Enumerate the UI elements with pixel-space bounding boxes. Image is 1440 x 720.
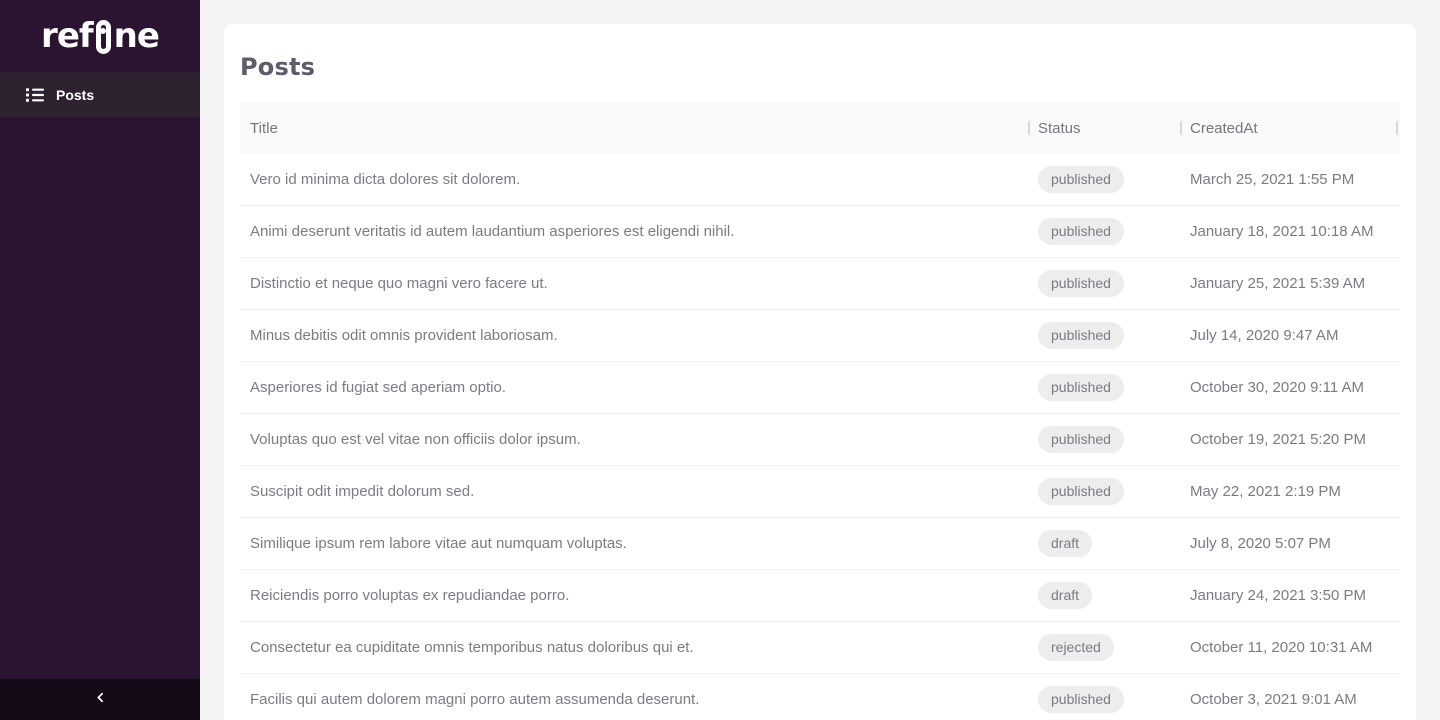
post-status-cell: draft [1028,518,1180,569]
post-title-cell: Suscipit odit impedit dolorum sed. [240,466,1028,517]
post-createdat-cell: March 25, 2021 1:55 PM [1180,154,1400,205]
post-createdat-cell: October 30, 2020 9:11 AM [1180,362,1400,413]
post-status-cell: published [1028,258,1180,309]
page-title: Posts [240,52,1400,83]
logo-text-prefix: ref [41,16,93,56]
post-createdat-cell: July 8, 2020 5:07 PM [1180,518,1400,569]
table-row[interactable]: Facilis qui autem dolorem magni porro au… [240,674,1400,720]
sidebar-item-label: Posts [56,87,94,103]
post-title-cell: Consectetur ea cupiditate omnis temporib… [240,622,1028,673]
posts-card: Posts Title Status CreatedAt Vero id min… [224,24,1416,720]
post-status-cell: rejected [1028,622,1180,673]
table-body: Vero id minima dicta dolores sit dolorem… [240,154,1400,720]
post-createdat-cell: October 11, 2020 10:31 AM [1180,622,1400,673]
post-status-cell: published [1028,362,1180,413]
table-row[interactable]: Minus debitis odit omnis provident labor… [240,310,1400,362]
post-status-cell: draft [1028,570,1180,621]
table-row[interactable]: Animi deserunt veritatis id autem laudan… [240,206,1400,258]
chevron-left-icon [94,691,107,709]
table-row[interactable]: Similique ipsum rem labore vitae aut num… [240,518,1400,570]
status-badge: published [1038,270,1124,298]
post-status-cell: published [1028,466,1180,517]
post-title-cell: Facilis qui autem dolorem magni porro au… [240,674,1028,720]
logo-text-suffix: ne [114,16,159,56]
status-badge: published [1038,166,1124,194]
post-title-cell: Vero id minima dicta dolores sit dolorem… [240,154,1028,205]
post-title-cell: Voluptas quo est vel vitae non officiis … [240,414,1028,465]
sidebar-item-posts[interactable]: Posts [0,72,200,117]
post-createdat-cell: October 19, 2021 5:20 PM [1180,414,1400,465]
sidebar-collapse-trigger[interactable] [0,679,200,720]
status-badge: published [1038,478,1124,506]
post-title-cell: Similique ipsum rem labore vitae aut num… [240,518,1028,569]
post-status-cell: published [1028,414,1180,465]
column-header-title: Title [240,102,1028,154]
post-createdat-cell: July 14, 2020 9:47 AM [1180,310,1400,361]
status-badge: draft [1038,582,1092,610]
sidebar: refne Posts [0,0,200,720]
column-header-status: Status [1028,102,1180,154]
logo-pill-i-icon [96,20,111,54]
table-row[interactable]: Voluptas quo est vel vitae non officiis … [240,414,1400,466]
post-createdat-cell: January 25, 2021 5:39 AM [1180,258,1400,309]
status-badge: published [1038,426,1124,454]
status-badge: published [1038,374,1124,402]
table-row[interactable]: Consectetur ea cupiditate omnis temporib… [240,622,1400,674]
table-row[interactable]: Vero id minima dicta dolores sit dolorem… [240,154,1400,206]
post-status-cell: published [1028,674,1180,720]
status-badge: published [1038,218,1124,246]
post-title-cell: Minus debitis odit omnis provident labor… [240,310,1028,361]
post-createdat-cell: May 22, 2021 2:19 PM [1180,466,1400,517]
status-badge: published [1038,322,1124,350]
status-badge: published [1038,686,1124,714]
table-row[interactable]: Distinctio et neque quo magni vero facer… [240,258,1400,310]
column-header-createdat: CreatedAt [1180,102,1400,154]
sidebar-spacer [0,117,200,679]
unordered-list-icon [26,87,44,103]
post-title-cell: Reiciendis porro voluptas ex repudiandae… [240,570,1028,621]
status-badge: rejected [1038,634,1114,662]
post-createdat-cell: January 18, 2021 10:18 AM [1180,206,1400,257]
main-content: Posts Title Status CreatedAt Vero id min… [200,0,1440,720]
post-status-cell: published [1028,206,1180,257]
post-title-cell: Animi deserunt veritatis id autem laudan… [240,206,1028,257]
table-row[interactable]: Suscipit odit impedit dolorum sed. publi… [240,466,1400,518]
post-status-cell: published [1028,154,1180,205]
post-title-cell: Distinctio et neque quo magni vero facer… [240,258,1028,309]
posts-table: Title Status CreatedAt Vero id minima di… [240,102,1400,720]
post-createdat-cell: January 24, 2021 3:50 PM [1180,570,1400,621]
table-header-row: Title Status CreatedAt [240,102,1400,154]
table-row[interactable]: Asperiores id fugiat sed aperiam optio. … [240,362,1400,414]
status-badge: draft [1038,530,1092,558]
post-createdat-cell: October 3, 2021 9:01 AM [1180,674,1400,720]
refine-logo[interactable]: refne [0,0,200,72]
post-title-cell: Asperiores id fugiat sed aperiam optio. [240,362,1028,413]
post-status-cell: published [1028,310,1180,361]
table-row[interactable]: Reiciendis porro voluptas ex repudiandae… [240,570,1400,622]
